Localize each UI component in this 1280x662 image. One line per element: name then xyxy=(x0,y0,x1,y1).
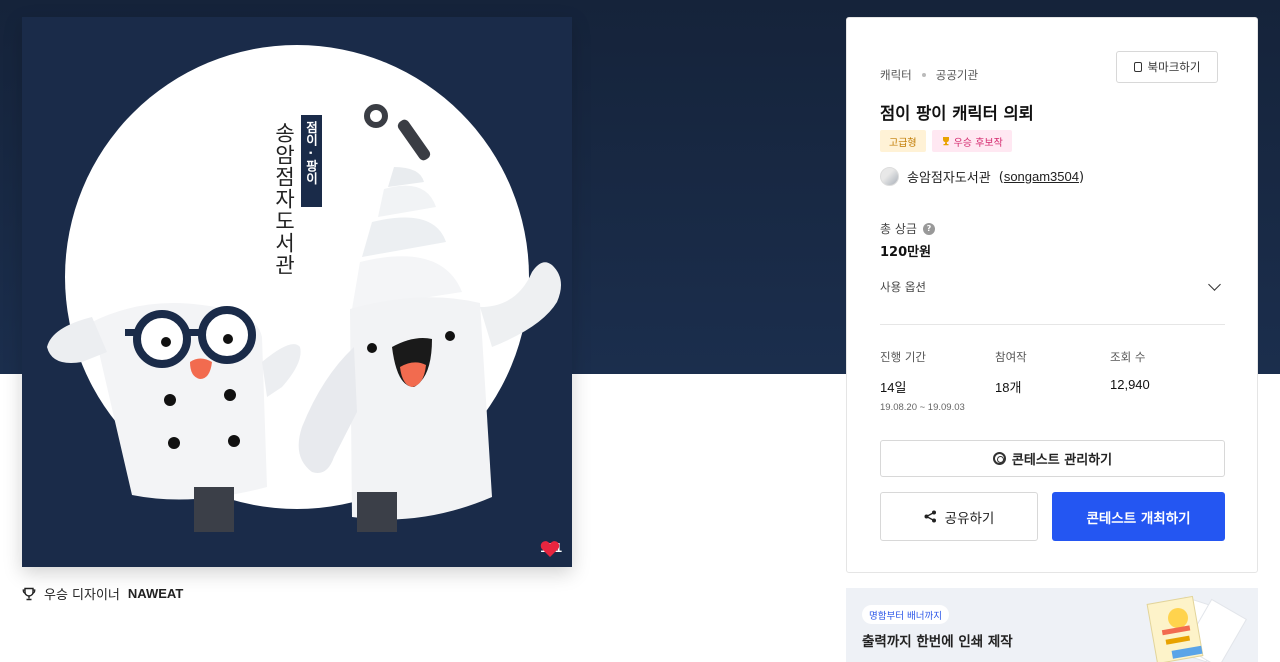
breadcrumb-subcategory[interactable]: 공공기관 xyxy=(936,67,978,83)
share-button[interactable]: 공유하기 xyxy=(880,492,1038,541)
contest-tags: 고급형 우승 후보작 xyxy=(880,130,1012,152)
designer-name[interactable]: NAWEAT xyxy=(128,586,183,601)
contest-stats: 진행 기간 14일 19.08.20 ~ 19.09.03 참여작 18개 조회… xyxy=(880,349,1225,413)
stat-participants-value: 18개 xyxy=(995,380,1022,395)
trophy-icon xyxy=(22,587,36,600)
host-id-wrap: (songam3504) xyxy=(998,168,1085,185)
prize-label: 총 상금 xyxy=(880,222,917,236)
bookmark-label: 북마크하기 xyxy=(1147,60,1201,74)
trophy-icon xyxy=(942,137,949,146)
poster-name-text: 송암점자도서관 xyxy=(272,122,296,276)
designer-prefix: 우승 디자이너 xyxy=(44,588,120,603)
gear-icon xyxy=(992,452,1006,465)
bookmark-icon xyxy=(1133,62,1142,72)
manage-contest-button[interactable]: 콘테스트 관리하기 xyxy=(880,440,1225,477)
heart-icon xyxy=(541,541,560,557)
host-avatar xyxy=(880,167,899,186)
host-name: 송암점자도서관 xyxy=(907,171,991,186)
contest-host[interactable]: 송암점자도서관 (songam3504) xyxy=(880,167,1084,186)
award-badge: 우승 후보작 xyxy=(931,130,1012,152)
help-icon[interactable]: ? xyxy=(922,222,935,235)
share-label: 공유하기 xyxy=(944,510,995,527)
breadcrumb: 캐릭터 공공기관 xyxy=(880,67,978,83)
print-promo-banner[interactable]: 명함부터 배너까지 출력까지 한번에 인쇄 제작 xyxy=(846,588,1258,662)
breadcrumb-category[interactable]: 캐릭터 xyxy=(880,67,912,83)
breadcrumb-separator xyxy=(921,73,926,77)
stat-views-value: 12,940 xyxy=(1110,377,1150,392)
options-label: 사용 옵션 xyxy=(880,280,926,294)
stat-period-value: 14일 xyxy=(880,380,907,395)
chevron-down-icon xyxy=(1208,278,1221,291)
banner-pill: 명함부터 배너까지 xyxy=(862,605,949,624)
divider xyxy=(880,324,1225,325)
stat-participants: 참여작 18개 xyxy=(995,349,1110,413)
contest-info-panel: 캐릭터 공공기관 북마크하기 점이 팡이 캐릭터 의뢰 고급형 우승 후보작 송… xyxy=(846,17,1258,573)
award-badge-label: 우승 후보작 xyxy=(953,137,1003,149)
printed-materials-image xyxy=(1146,595,1248,662)
stat-period-label: 진행 기간 xyxy=(880,350,926,364)
bookmark-button[interactable]: 북마크하기 xyxy=(1116,51,1218,83)
host-id[interactable]: songam3504 xyxy=(1004,169,1079,184)
stat-views: 조회 수 12,940 xyxy=(1110,349,1225,413)
premium-badge: 고급형 xyxy=(880,130,926,152)
stat-period-dates: 19.08.20 ~ 19.09.03 xyxy=(880,402,965,413)
character-illustration: 송암점자도서관 점이 · 팡이 xyxy=(47,45,561,532)
poster-subtitle-text: 점이 · 팡이 xyxy=(304,120,319,185)
contest-title: 점이 팡이 캐릭터 의뢰 xyxy=(880,104,1034,123)
open-contest-button[interactable]: 콘테스트 개최하기 xyxy=(1052,492,1225,541)
winning-designer: 우승 디자이너 NAWEAT xyxy=(22,584,183,603)
stat-views-label: 조회 수 xyxy=(1110,350,1146,364)
banner-text: 출력까지 한번에 인쇄 제작 xyxy=(862,634,1013,650)
open-contest-label: 콘테스트 개최하기 xyxy=(1086,510,1191,527)
options-dropdown[interactable]: 사용 옵션 xyxy=(880,278,1225,295)
contest-artwork[interactable]: 송암점자도서관 점이 · 팡이 xyxy=(22,17,572,567)
prize-value: 120만원 xyxy=(880,245,932,260)
stat-period: 진행 기간 14일 19.08.20 ~ 19.09.03 xyxy=(880,349,995,413)
share-icon xyxy=(924,510,936,523)
like-counter[interactable]: 131 xyxy=(540,540,562,557)
stat-participants-label: 참여작 xyxy=(995,350,1027,364)
prize-label-row: 총 상금 ? xyxy=(880,220,935,237)
manage-contest-label: 콘테스트 관리하기 xyxy=(1011,453,1113,468)
